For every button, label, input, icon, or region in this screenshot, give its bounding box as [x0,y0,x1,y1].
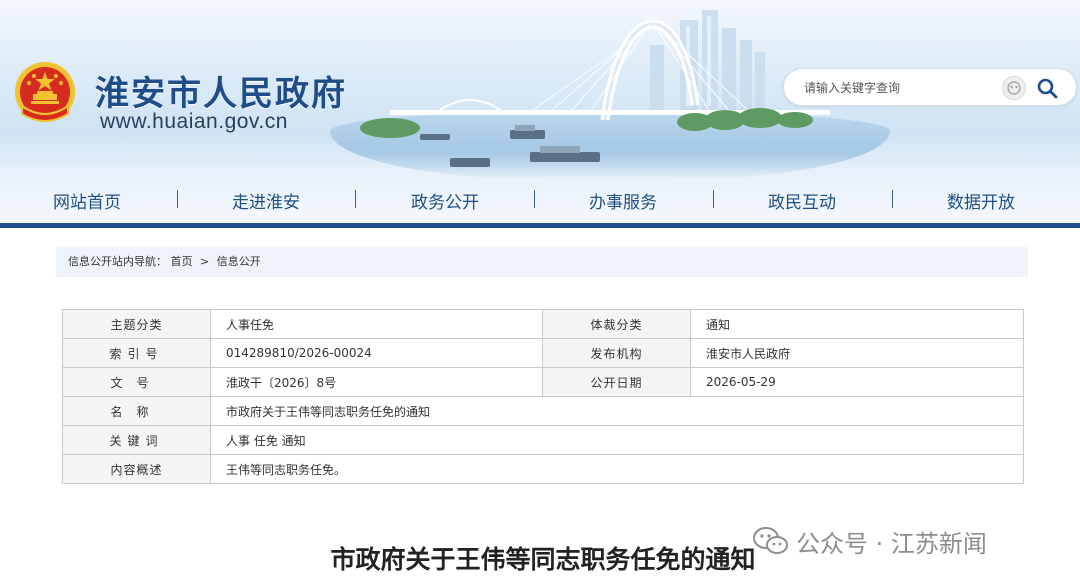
breadcrumb-current-link[interactable]: 信息公开 [217,255,261,268]
watermark-text: 公众号 · 江苏新闻 [796,529,987,558]
table-row: 关键词 人事 任免 通知 [62,425,1024,455]
nav-item-interaction[interactable]: 政民互动 [732,188,872,213]
index-value: 014289810/2026-00024 [210,338,543,368]
subject-value: 人事任免 [210,309,543,339]
table-row: 索引号 014289810/2026-00024 发布机构 淮安市人民政府 [62,338,1024,368]
wechat-icon [753,527,788,554]
table-row: 内容概述 王伟等同志职务任免。 [62,454,1024,484]
nav-separator [713,190,714,208]
nav-separator [177,190,178,208]
name-value: 市政府关于王伟等同志职务任免的通知 [210,396,1024,426]
site-url[interactable]: www.huaian.gov.cn [100,110,288,134]
nav-item-gov-affairs[interactable]: 政务公开 [375,188,515,213]
genre-value: 通知 [690,309,1024,339]
table-row: 名称 市政府关于王伟等同志职务任免的通知 [62,396,1024,426]
search-input[interactable] [802,77,996,99]
breadcrumb-lead: 信息公开站内导航： [68,255,167,268]
index-label: 索引号 [62,338,211,368]
site-title[interactable]: 淮安市人民政府 [95,66,347,115]
docno-label: 文号 [62,367,211,397]
accessibility-icon[interactable] [1002,76,1026,100]
search-icon[interactable] [1036,77,1058,99]
summary-label: 内容概述 [62,454,211,484]
national-emblem-icon [15,62,75,122]
table-row: 主题分类 人事任免 体裁分类 通知 [62,309,1024,339]
nav-item-home[interactable]: 网站首页 [17,188,157,213]
subject-label: 主题分类 [62,309,211,339]
publisher-value: 淮安市人民政府 [690,338,1024,368]
search-box [783,68,1077,106]
breadcrumb: 信息公开站内导航： 首页 > 信息公开 [56,247,1028,277]
article-title-text: 市政府关于王伟等同志职务任免的通知 [330,545,756,574]
nav-item-about[interactable]: 走进淮安 [196,188,336,213]
nav-underline [0,223,1080,228]
keywords-label: 关键词 [62,425,211,455]
genre-label: 体裁分类 [542,309,691,339]
name-label: 名称 [62,396,211,426]
table-row: 文号 淮政干〔2026〕8号 公开日期 2026-05-29 [62,367,1024,397]
publisher-label: 发布机构 [542,338,691,368]
nav-item-open-data[interactable]: 数据开放 [911,188,1051,213]
keywords-value: 人事 任免 通知 [210,425,1024,455]
date-value: 2026-05-29 [690,367,1024,397]
nav-separator [534,190,535,208]
main-nav: 网站首页 走进淮安 政务公开 办事服务 政民互动 数据开放 [0,178,1080,223]
nav-separator [355,190,356,208]
date-label: 公开日期 [542,367,691,397]
nav-separator [892,190,893,208]
breadcrumb-home-link[interactable]: 首页 [171,255,193,268]
nav-item-services[interactable]: 办事服务 [553,188,693,213]
document-info-table: 主题分类 人事任免 体裁分类 通知 索引号 014289810/2026-000… [62,309,1024,484]
summary-value: 王伟等同志职务任免。 [210,454,1024,484]
wechat-watermark: 公众号 · 江苏新闻 [752,524,987,558]
docno-value: 淮政干〔2026〕8号 [210,367,543,397]
site-header: 淮安市人民政府 www.huaian.gov.cn 网站首页 走进淮安 政务公开… [0,0,1080,223]
breadcrumb-separator: > [200,255,210,268]
